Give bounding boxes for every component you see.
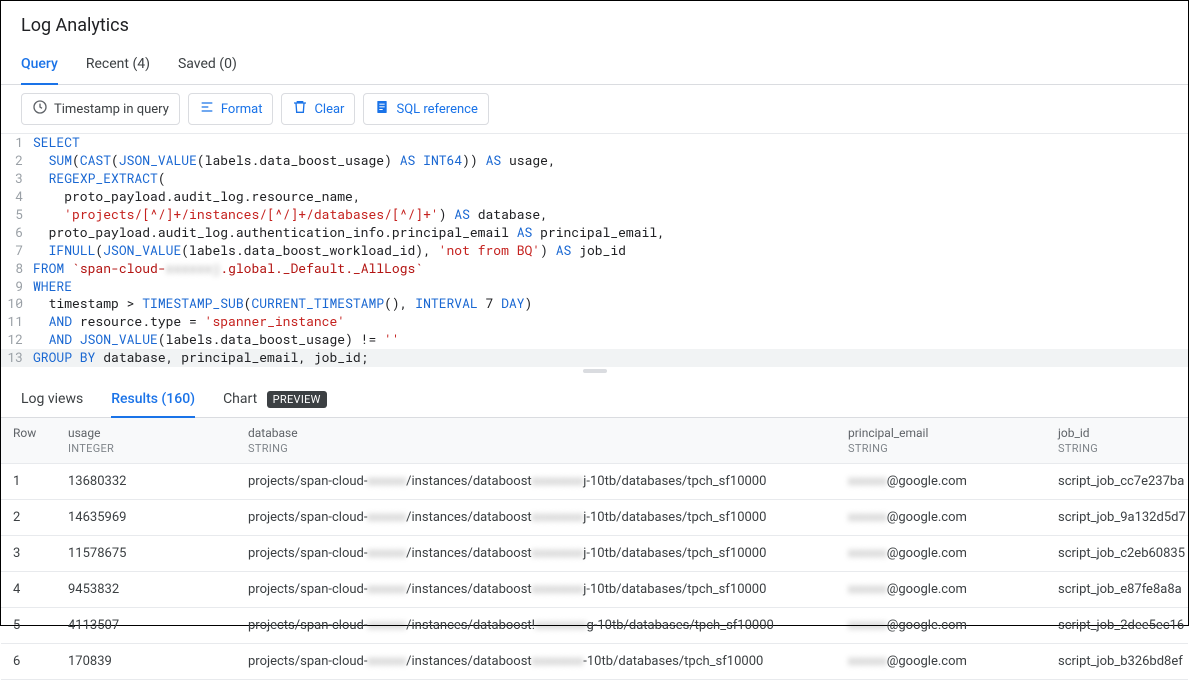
query-toolbar: Timestamp in query Format Clear SQL refe… — [1, 85, 1188, 133]
cell-email: xxxxxx@google.com — [836, 536, 1046, 571]
sql-reference-button[interactable]: SQL reference — [363, 93, 488, 125]
row-number: 1 — [1, 464, 56, 499]
format-icon — [199, 99, 215, 119]
cell-job: script_job_c2eb60835 — [1046, 536, 1188, 571]
table-row[interactable]: 49453832projects/span-cloud-xxxxxx/insta… — [1, 572, 1188, 608]
cell-job: script_job_b326bd8ef — [1046, 644, 1188, 679]
col-usage-header[interactable]: usageINTEGER — [56, 418, 236, 463]
results-tabs: Log views Results (160) Chart PREVIEW — [1, 375, 1188, 418]
col-row-header: Row — [1, 418, 56, 463]
results-header: Row usageINTEGER databaseSTRING principa… — [1, 418, 1188, 464]
table-row[interactable]: 214635969projects/span-cloud-xxxxxx/inst… — [1, 500, 1188, 536]
cell-database: projects/span-cloud-xxxxxx/instances/dat… — [236, 500, 836, 535]
clear-label: Clear — [314, 102, 344, 117]
results-body: 113680332projects/span-cloud-xxxxxx/inst… — [1, 464, 1188, 680]
timestamp-label: Timestamp in query — [54, 102, 169, 117]
tab-query[interactable]: Query — [21, 46, 58, 84]
format-button[interactable]: Format — [188, 93, 274, 125]
document-icon — [374, 99, 390, 119]
col-job-header[interactable]: job_idSTRING — [1046, 418, 1188, 463]
resize-handle[interactable] — [1, 367, 1188, 375]
cell-email: xxxxxx@google.com — [836, 644, 1046, 679]
cell-usage: 170839 — [56, 644, 236, 679]
cell-usage: 14635969 — [56, 500, 236, 535]
cell-email: xxxxxx@google.com — [836, 572, 1046, 607]
cell-database: projects/span-cloud-xxxxxx/instances/dat… — [236, 536, 836, 571]
col-database-header[interactable]: databaseSTRING — [236, 418, 836, 463]
cell-email: xxxxxx@google.com — [836, 500, 1046, 535]
tab-chart[interactable]: Chart PREVIEW — [223, 383, 327, 417]
page-title: Log Analytics — [21, 15, 1168, 36]
sql-editor[interactable]: 1SELECT 2 SUM(CAST(JSON_VALUE(labels.dat… — [1, 133, 1188, 367]
row-number: 4 — [1, 572, 56, 607]
cell-database: projects/span-cloud-xxxxxx/instances/dat… — [236, 464, 836, 499]
table-row[interactable]: 311578675projects/span-cloud-xxxxxx/inst… — [1, 536, 1188, 572]
clear-button[interactable]: Clear — [281, 93, 355, 125]
cell-usage: 11578675 — [56, 536, 236, 571]
cell-database: projects/span-cloud-xxxxxx/instances/dat… — [236, 572, 836, 607]
tab-saved[interactable]: Saved (0) — [178, 46, 237, 84]
main-tabs: Query Recent (4) Saved (0) — [1, 46, 1188, 85]
cell-job: script_job_cc7e237ba — [1046, 464, 1188, 499]
timestamp-button[interactable]: Timestamp in query — [21, 93, 180, 125]
trash-icon — [292, 99, 308, 119]
tab-log-views[interactable]: Log views — [21, 383, 83, 417]
page-header: Log Analytics — [1, 1, 1188, 46]
cell-database: projects/span-cloud-xxxxxx/instances/dat… — [236, 644, 836, 679]
table-row[interactable]: 54113507projects/span-cloud-xxxxxx/insta… — [1, 608, 1188, 644]
tab-recent[interactable]: Recent (4) — [86, 46, 150, 84]
row-number: 2 — [1, 500, 56, 535]
clock-icon — [32, 99, 48, 119]
format-label: Format — [221, 102, 263, 117]
cell-usage: 13680332 — [56, 464, 236, 499]
cell-job: script_job_e87fe8a8a — [1046, 572, 1188, 607]
chart-tab-label: Chart — [223, 391, 257, 407]
row-number: 6 — [1, 644, 56, 679]
tab-results[interactable]: Results (160) — [111, 383, 195, 417]
table-row[interactable]: 113680332projects/span-cloud-xxxxxx/inst… — [1, 464, 1188, 500]
cell-usage: 9453832 — [56, 572, 236, 607]
cell-email: xxxxxx@google.com — [836, 464, 1046, 499]
table-row[interactable]: 6170839projects/span-cloud-xxxxxx/instan… — [1, 644, 1188, 680]
row-number: 3 — [1, 536, 56, 571]
preview-badge: PREVIEW — [267, 391, 327, 408]
sqlref-label: SQL reference — [396, 102, 477, 117]
cell-job: script_job_9a132d5d7 — [1046, 500, 1188, 535]
col-email-header[interactable]: principal_emailSTRING — [836, 418, 1046, 463]
